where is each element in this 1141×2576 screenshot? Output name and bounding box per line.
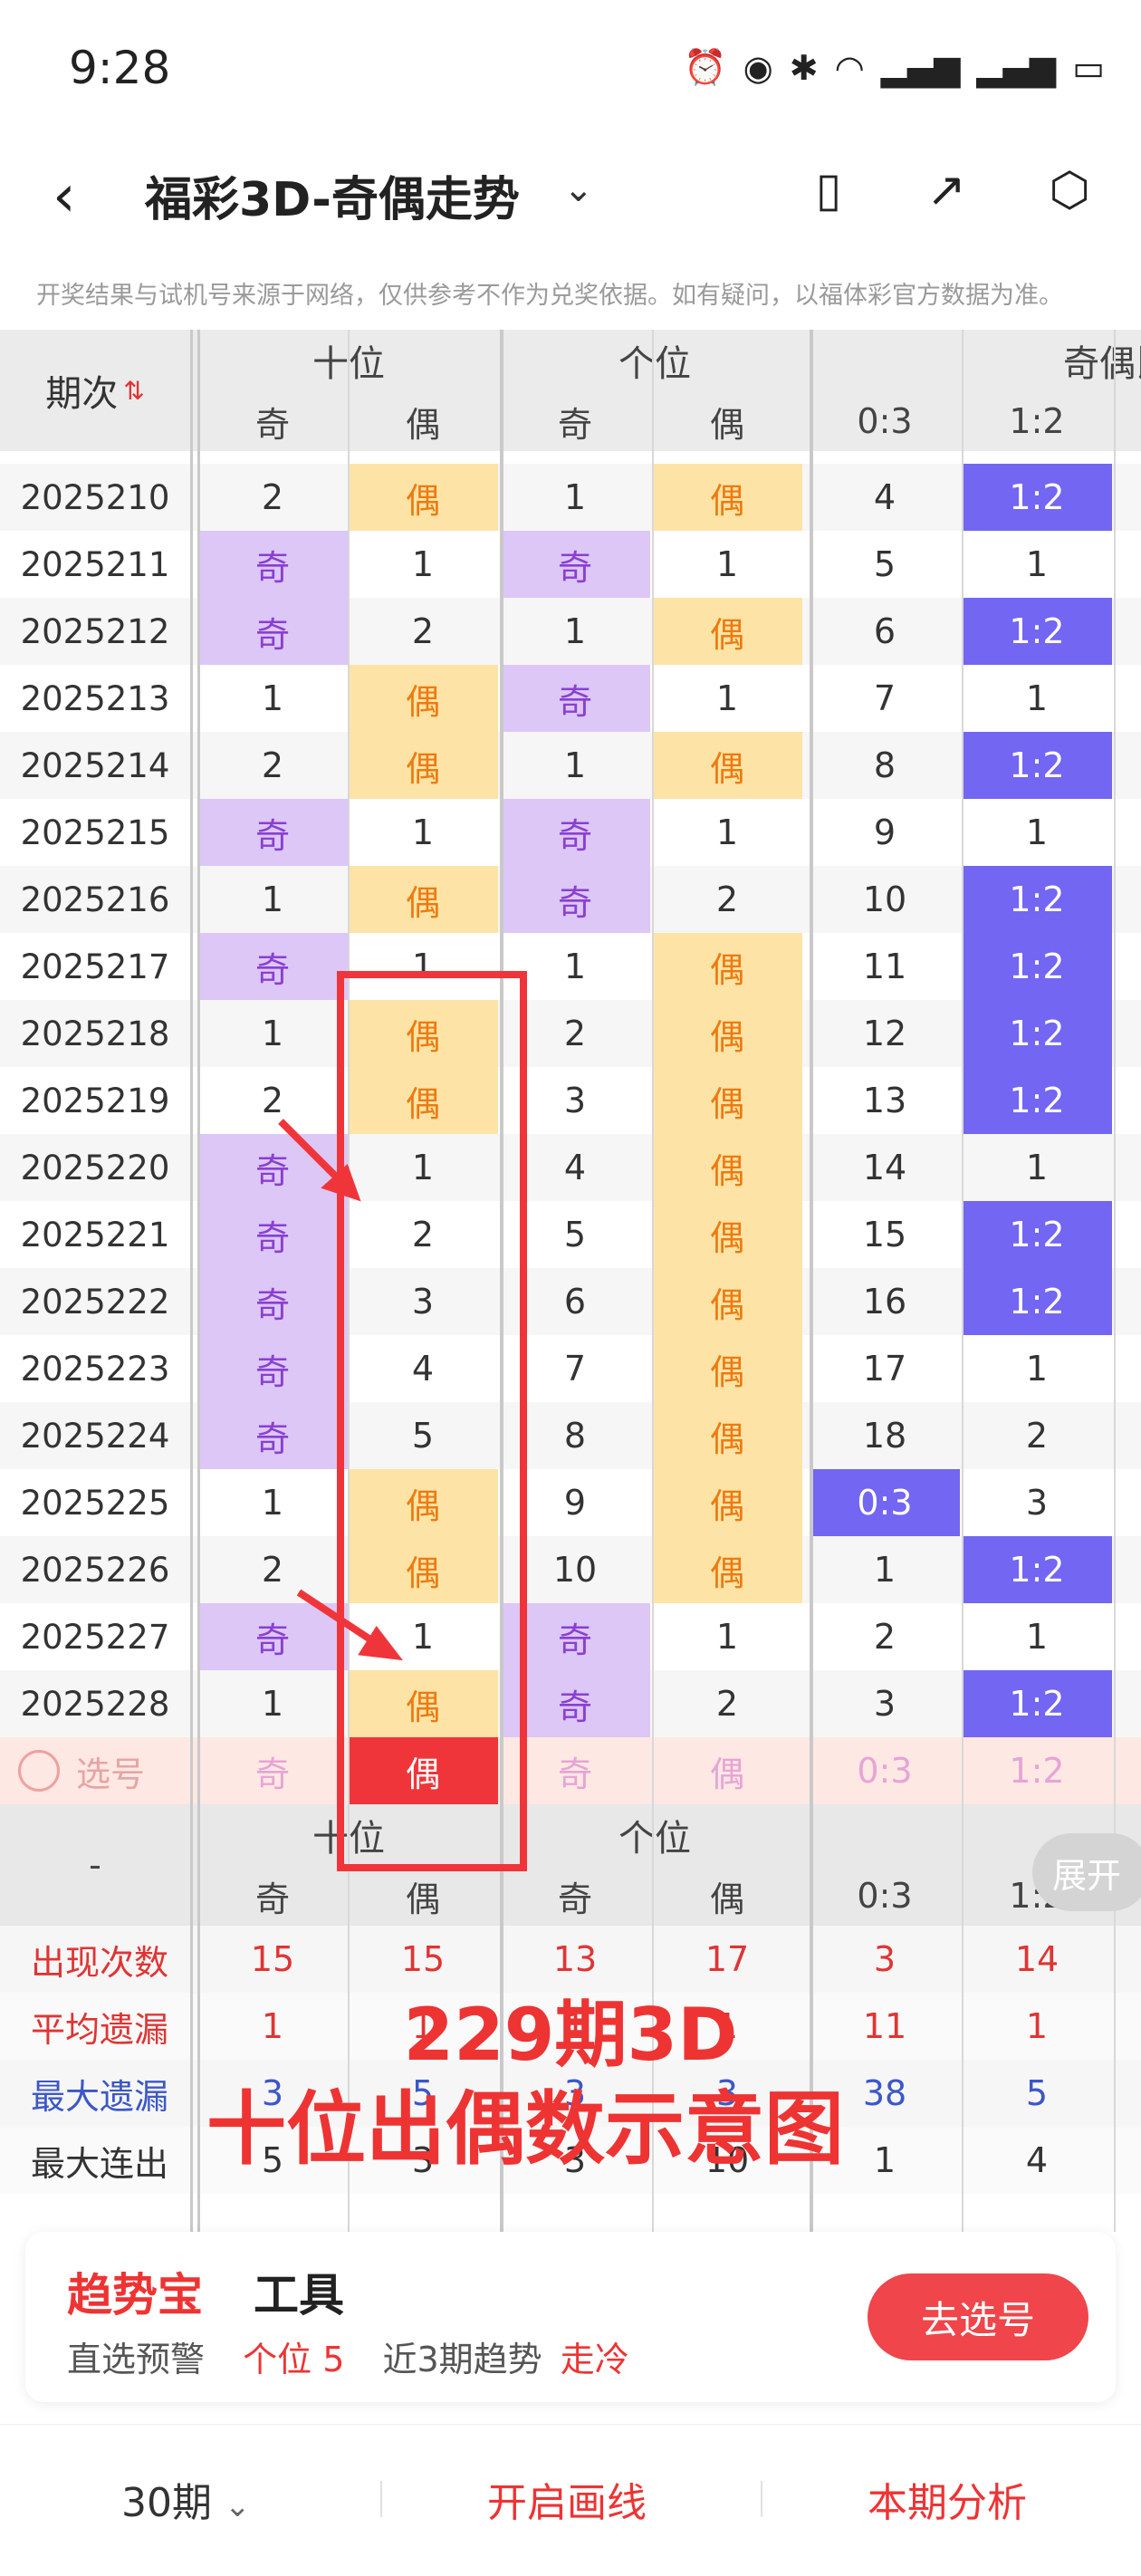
draw-line-button[interactable]: 开启画线 bbox=[487, 2470, 647, 2528]
annotation-subtitle: 十位出偶数示意图 bbox=[206, 2082, 844, 2176]
expand-button[interactable]: 展开 bbox=[1032, 1833, 1141, 1911]
period-count-label: 30期 bbox=[121, 2480, 212, 2526]
trend-tool-card: 趋势宝 工具 直选预警 个位 5 近3期趋势 走冷 去选号 bbox=[25, 2232, 1116, 2402]
go-select-button[interactable]: 去选号 bbox=[868, 2273, 1088, 2360]
tool-warning-line: 直选预警 个位 5 近3期趋势 走冷 bbox=[67, 2331, 629, 2381]
annotation-arrows bbox=[278, 1119, 403, 1661]
chevron-down-icon: ⌄ bbox=[225, 2488, 251, 2524]
warning-value: 个位 5 bbox=[243, 2340, 345, 2379]
tool-title: 工具 bbox=[254, 2269, 344, 2321]
trend-value: 走冷 bbox=[560, 2340, 629, 2379]
bottom-bar: 30期 ⌄ 开启画线 本期分析 bbox=[0, 2424, 1141, 2576]
arrow-icon bbox=[296, 1589, 403, 1661]
arrow-icon bbox=[278, 1119, 361, 1202]
period-count-select[interactable]: 30期 ⌄ bbox=[121, 2470, 251, 2528]
divider bbox=[380, 2481, 382, 2517]
analysis-button[interactable]: 本期分析 bbox=[868, 2470, 1027, 2528]
tool-brand: 趋势宝 bbox=[67, 2269, 203, 2321]
divider bbox=[761, 2481, 762, 2517]
warning-label: 直选预警 bbox=[67, 2340, 206, 2379]
trend-label: 近3期趋势 bbox=[382, 2340, 542, 2379]
